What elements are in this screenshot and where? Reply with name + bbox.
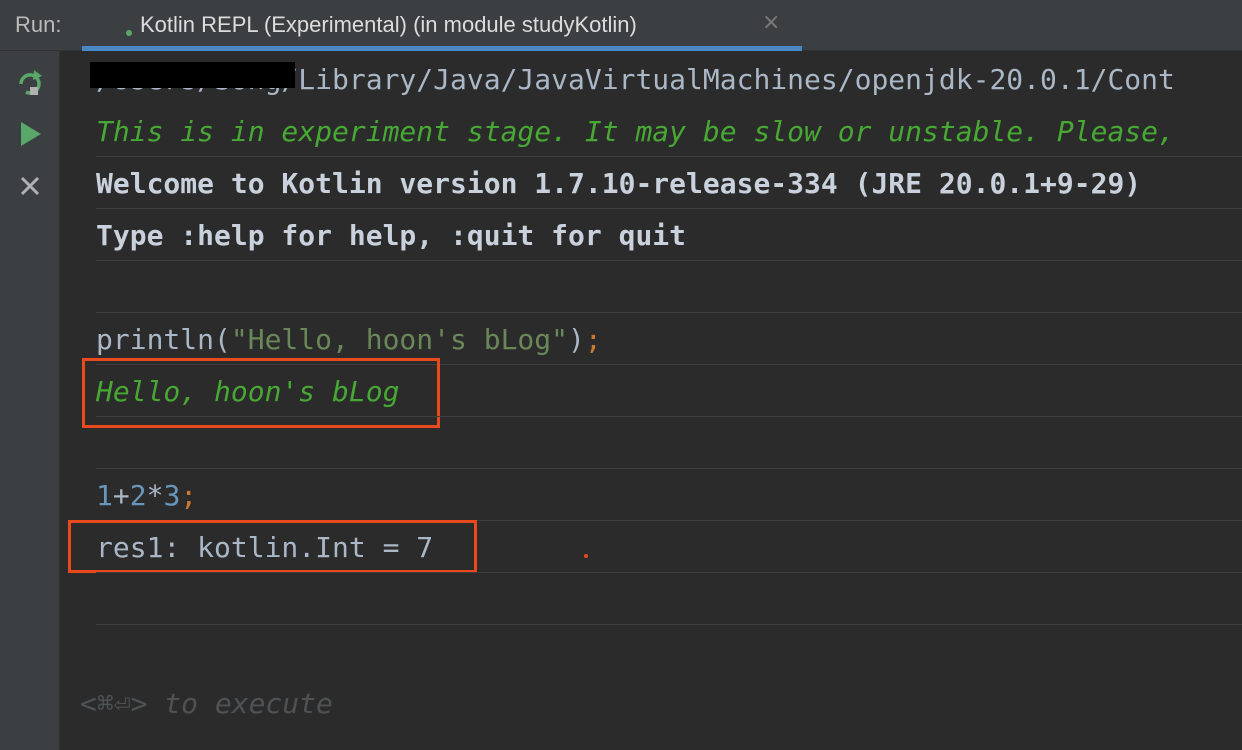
experimental-warning-line: This is in experiment stage. It may be s… bbox=[96, 115, 1175, 148]
highlight-box bbox=[82, 358, 440, 428]
close-icon[interactable]: × bbox=[762, 10, 780, 35]
semicolon: ; bbox=[584, 323, 602, 356]
running-indicator-icon bbox=[126, 30, 132, 36]
rerun-icon[interactable] bbox=[14, 67, 46, 99]
string-literal: "Hello, hoon's bLog" bbox=[230, 323, 569, 356]
operator: + bbox=[112, 479, 130, 512]
execute-hint: <⌘⏎> to execute bbox=[80, 687, 333, 720]
separator bbox=[96, 416, 1242, 417]
tab-kotlin-repl[interactable]: Kotlin REPL (Experimental) (in module st… bbox=[82, 0, 802, 51]
separator bbox=[96, 208, 1242, 209]
annotation-dot bbox=[584, 554, 588, 558]
separator bbox=[96, 468, 1242, 469]
run-label: Run: bbox=[15, 12, 62, 37]
input-line-println: println("Hello, hoon's bLog"); bbox=[96, 323, 602, 357]
help-line: Type :help for help, :quit for quit bbox=[96, 219, 687, 252]
run-icon[interactable] bbox=[14, 118, 46, 150]
welcome-line: Welcome to Kotlin version 1.7.10-release… bbox=[96, 167, 1142, 200]
tab-title: Kotlin REPL (Experimental) (in module st… bbox=[140, 12, 637, 37]
function-call: println( bbox=[96, 323, 231, 356]
close-paren: ) bbox=[568, 323, 585, 356]
redaction-bar bbox=[90, 62, 295, 88]
separator bbox=[96, 624, 1242, 625]
operator: * bbox=[146, 479, 164, 512]
separator bbox=[96, 572, 1242, 573]
run-tool-window-header: Run: Kotlin REPL (Experimental) (in modu… bbox=[0, 0, 1242, 51]
left-toolbar bbox=[0, 51, 60, 750]
number-literal: 3 bbox=[163, 479, 181, 512]
semicolon: ; bbox=[180, 479, 198, 512]
number-literal: 2 bbox=[129, 479, 147, 512]
number-literal: 1 bbox=[96, 479, 113, 512]
repl-console[interactable]: /Users/Song/Library/Java/JavaVirtualMach… bbox=[60, 51, 1242, 750]
separator bbox=[96, 312, 1242, 313]
highlight-box bbox=[68, 520, 477, 573]
input-line-expression: 1+2*3; bbox=[96, 479, 197, 513]
separator bbox=[96, 156, 1242, 157]
separator bbox=[96, 260, 1242, 261]
stop-icon[interactable] bbox=[14, 170, 46, 202]
